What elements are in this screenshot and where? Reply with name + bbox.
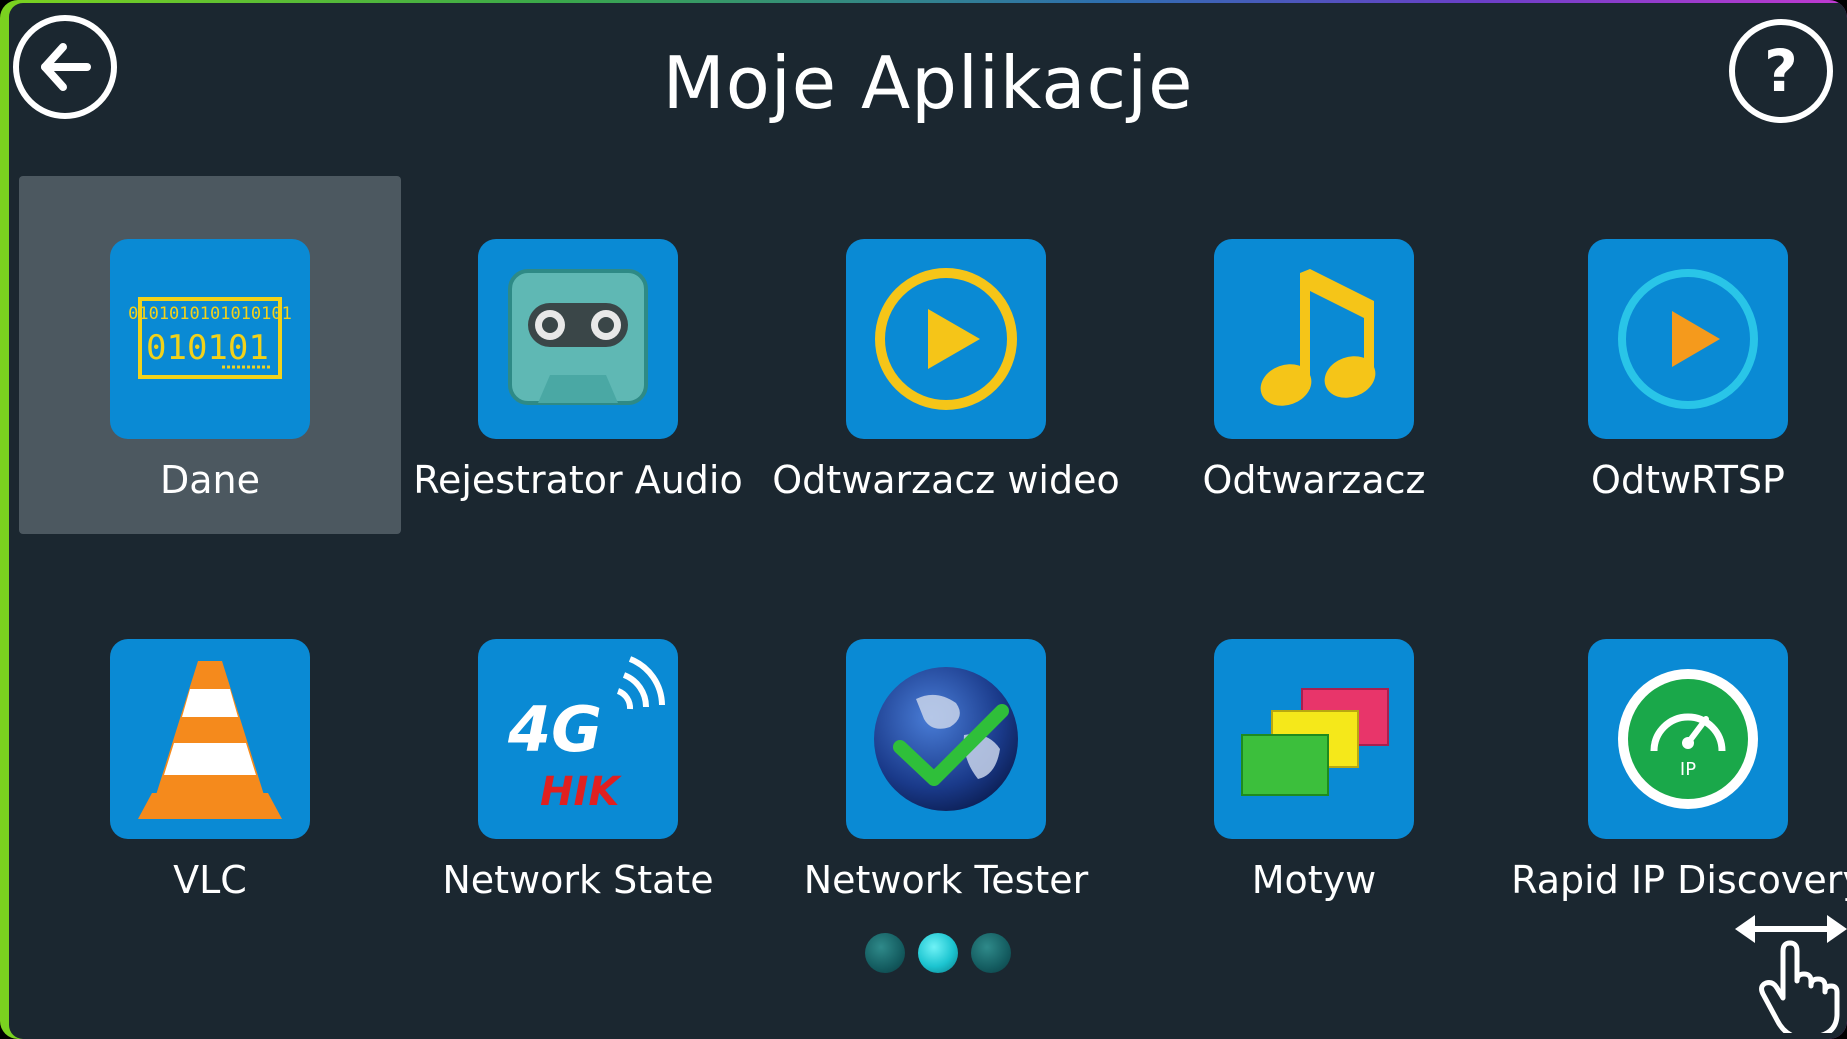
page-dot-1[interactable] [865, 933, 905, 973]
vlc-cone-icon [110, 639, 310, 839]
ip-gauge-icon: IP [1588, 639, 1788, 839]
app-label: Motyw [1251, 858, 1377, 902]
app-tile-odtwarzacz-wideo[interactable]: Odtwarzacz wideo [755, 176, 1137, 534]
app-label: Network Tester [803, 858, 1089, 902]
help-button[interactable]: ? [1729, 19, 1833, 123]
app-label: Odtwarzacz wideo [772, 458, 1120, 502]
app-label: Rejestrator Audio [413, 458, 743, 502]
binary-top-text: 0101010101010101 [128, 304, 292, 324]
app-label: Network State [442, 858, 714, 902]
rtsp-play-icon [1588, 239, 1788, 439]
app-tile-rejestrator-audio[interactable]: Rejestrator Audio [387, 176, 769, 534]
app-tile-network-state[interactable]: 4G HIK Network State [387, 576, 769, 934]
binary-bottom-text: 010101 [146, 328, 269, 368]
video-play-icon [846, 239, 1046, 439]
4g-hik-icon: 4G HIK [478, 639, 678, 839]
cassette-icon [478, 239, 678, 439]
app-label: VLC [173, 858, 247, 902]
page-dot-2-active[interactable] [918, 933, 958, 973]
app-tile-rapid-ip-discovery[interactable]: IP Rapid IP Discovery [1451, 576, 1847, 934]
binary-data-icon: 0101010101010101 010101 [110, 239, 310, 439]
app-label: Odtwarzacz [1202, 458, 1426, 502]
app-tile-odtwrtsp[interactable]: OdtwRTSP [1451, 176, 1833, 534]
page-dot-3[interactable] [971, 933, 1011, 973]
app-label: Dane [159, 458, 260, 502]
app-screen: Moje Aplikacje ? 0101010101010101 010101… [9, 3, 1847, 1039]
app-tile-odtwarzacz[interactable]: Odtwarzacz [1123, 176, 1505, 534]
swipe-hand-icon [1731, 903, 1847, 1039]
app-tile-vlc[interactable]: VLC [19, 576, 401, 934]
device-frame: Moje Aplikacje ? 0101010101010101 010101… [0, 0, 1847, 1039]
app-label: OdtwRTSP [1591, 458, 1785, 502]
ip-text: IP [1680, 759, 1696, 780]
page-indicator [857, 930, 1017, 976]
hik-text: HIK [540, 769, 622, 815]
app-tile-motyw[interactable]: Motyw [1123, 576, 1505, 934]
music-note-icon [1214, 239, 1414, 439]
four-g-text: 4G [507, 693, 602, 766]
app-tile-dane[interactable]: 0101010101010101 010101 Dane [19, 176, 401, 534]
app-label: Rapid IP Discovery [1511, 858, 1847, 902]
app-tile-network-tester[interactable]: Network Tester [755, 576, 1137, 934]
globe-check-icon [846, 639, 1046, 839]
help-icon: ? [1764, 37, 1798, 105]
theme-cards-icon [1214, 639, 1414, 839]
page-title: Moje Aplikacje [662, 41, 1194, 125]
